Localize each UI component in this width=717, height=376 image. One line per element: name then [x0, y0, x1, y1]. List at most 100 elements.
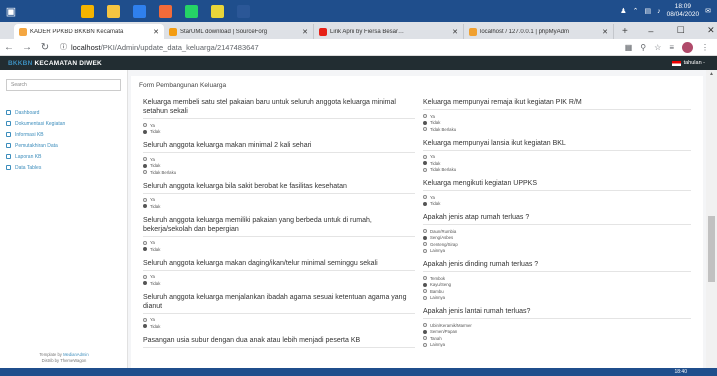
radio-button[interactable]: [423, 282, 427, 287]
radio-option[interactable]: Tidak Berlaku: [423, 126, 691, 133]
radio-button[interactable]: [423, 336, 427, 341]
tray-chevron-icon[interactable]: ⌃: [633, 7, 639, 15]
browser-tab[interactable]: localhost / 127.0.0.1 | phpMyAdm ✕: [464, 24, 614, 39]
radio-button[interactable]: [143, 281, 147, 286]
sidebar-item[interactable]: Informasi KB: [0, 129, 127, 140]
scroll-up-icon[interactable]: ▲: [706, 70, 717, 79]
tab-close-icon[interactable]: ✕: [302, 28, 308, 36]
radio-option[interactable]: Tidak: [143, 280, 415, 287]
radio-button[interactable]: [423, 323, 427, 328]
vscode-icon[interactable]: [126, 0, 152, 22]
menu-dots-icon[interactable]: ⋮: [701, 43, 709, 52]
browser-tab[interactable]: StarUML download | SourceForg ✕: [164, 24, 314, 39]
radio-button[interactable]: [423, 295, 427, 300]
radio-option[interactable]: Lainnya: [423, 295, 691, 302]
radio-button[interactable]: [423, 154, 427, 159]
radio-option[interactable]: Tidak Berlaku: [423, 167, 691, 174]
notification-icon[interactable]: ✉: [705, 7, 711, 15]
footer-link[interactable]: MedianAdmin: [63, 352, 89, 357]
translate-icon[interactable]: ▦: [625, 43, 633, 52]
radio-button[interactable]: [143, 163, 147, 168]
radio-button[interactable]: [423, 195, 427, 200]
user-menu[interactable]: tahulan -: [671, 60, 717, 66]
radio-button[interactable]: [143, 204, 147, 209]
whatsapp-icon[interactable]: [178, 0, 204, 22]
back-icon[interactable]: ←: [0, 42, 18, 53]
people-icon[interactable]: ♟: [620, 7, 626, 15]
task-view-icon[interactable]: [48, 0, 74, 22]
tab-close-icon[interactable]: ✕: [602, 28, 608, 36]
file-explorer-icon[interactable]: [100, 0, 126, 22]
radio-button[interactable]: [423, 120, 427, 125]
brand-title[interactable]: BKKBN KECAMATAN DIWEK: [0, 60, 102, 67]
radio-button[interactable]: [423, 276, 427, 281]
word-icon[interactable]: [230, 0, 256, 22]
close-window-button[interactable]: ✕: [696, 25, 717, 36]
windows-icon[interactable]: ▣: [0, 0, 22, 22]
info-icon[interactable]: ⓘ: [60, 42, 67, 52]
radio-button[interactable]: [423, 242, 427, 247]
radio-button[interactable]: [143, 240, 147, 245]
minimize-button[interactable]: –: [636, 26, 666, 36]
radio-option[interactable]: Tidak: [143, 203, 415, 210]
volume-icon[interactable]: ♪: [657, 8, 661, 15]
radio-button[interactable]: [423, 201, 427, 206]
radio-button[interactable]: [143, 157, 147, 162]
zoom-icon[interactable]: ⚲: [640, 43, 646, 52]
sidebar-item[interactable]: Laporan KB: [0, 151, 127, 162]
search-icon[interactable]: [22, 0, 48, 22]
radio-option[interactable]: Tidak: [143, 129, 415, 136]
profile-avatar[interactable]: [682, 41, 693, 53]
radio-option[interactable]: Tidak Berlaku: [143, 169, 415, 176]
page-scrollbar[interactable]: ▲ ▼: [706, 70, 717, 376]
radio-button[interactable]: [423, 167, 427, 172]
radio-button[interactable]: [423, 289, 427, 294]
xampp-icon[interactable]: [152, 0, 178, 22]
reload-icon[interactable]: ↻: [36, 42, 54, 53]
browser-tab[interactable]: Lirik Aprii by Fiersa Besar… ✕: [314, 24, 464, 39]
sidebar-item[interactable]: Data Tables: [0, 162, 127, 173]
radio-button[interactable]: [143, 274, 147, 279]
radio-button[interactable]: [143, 324, 147, 329]
search-icon-glyph: [28, 4, 42, 18]
radio-option[interactable]: Lainnya: [423, 248, 691, 255]
tab-close-icon[interactable]: ✕: [153, 28, 159, 36]
reading-list-icon[interactable]: ≡: [669, 43, 674, 52]
radio-button[interactable]: [143, 247, 147, 252]
radio-button[interactable]: [143, 129, 147, 134]
radio-option[interactable]: Tidak: [423, 201, 691, 208]
radio-button[interactable]: [423, 114, 427, 119]
radio-option[interactable]: Tidak: [143, 323, 415, 330]
report-icon: [6, 154, 11, 159]
radio-option[interactable]: Lainnya: [423, 342, 691, 349]
radio-label: Tidak Berlaku: [150, 169, 177, 175]
radio-button[interactable]: [423, 235, 427, 240]
radio-button[interactable]: [143, 317, 147, 322]
browser-tab[interactable]: KADER PPKBD BKKBN Kecamata ✕: [14, 24, 164, 39]
chrome-icon[interactable]: [74, 0, 100, 22]
new-tab-button[interactable]: +: [614, 24, 636, 39]
sticky-notes-icon[interactable]: [204, 0, 230, 22]
bookmark-star-icon[interactable]: ☆: [654, 43, 661, 52]
sidebar-item[interactable]: Dokumentasi Kegiatan: [0, 118, 127, 129]
taskbar-clock[interactable]: 18:09 08/04/2020: [667, 3, 700, 19]
sidebar-item[interactable]: Dashboard: [0, 107, 127, 118]
search-input[interactable]: Search: [6, 79, 121, 91]
radio-button[interactable]: [423, 229, 427, 234]
radio-option[interactable]: Tidak: [143, 246, 415, 253]
radio-button[interactable]: [423, 161, 427, 166]
radio-button[interactable]: [143, 197, 147, 202]
radio-button[interactable]: [423, 248, 427, 253]
url-field[interactable]: ⓘ localhost/PKI/Admin/update_data_keluar…: [60, 42, 625, 52]
radio-button[interactable]: [423, 329, 427, 334]
network-icon[interactable]: ▤: [644, 7, 651, 15]
tab-close-icon[interactable]: ✕: [452, 28, 458, 36]
radio-button[interactable]: [423, 342, 427, 347]
radio-button[interactable]: [423, 127, 427, 132]
sidebar-item[interactable]: Pemutakhiran Data: [0, 140, 127, 151]
maximize-button[interactable]: ☐: [666, 25, 696, 36]
radio-button[interactable]: [143, 170, 147, 175]
radio-button[interactable]: [143, 123, 147, 128]
scrollbar-thumb[interactable]: [708, 216, 715, 282]
forward-icon[interactable]: →: [18, 42, 36, 53]
